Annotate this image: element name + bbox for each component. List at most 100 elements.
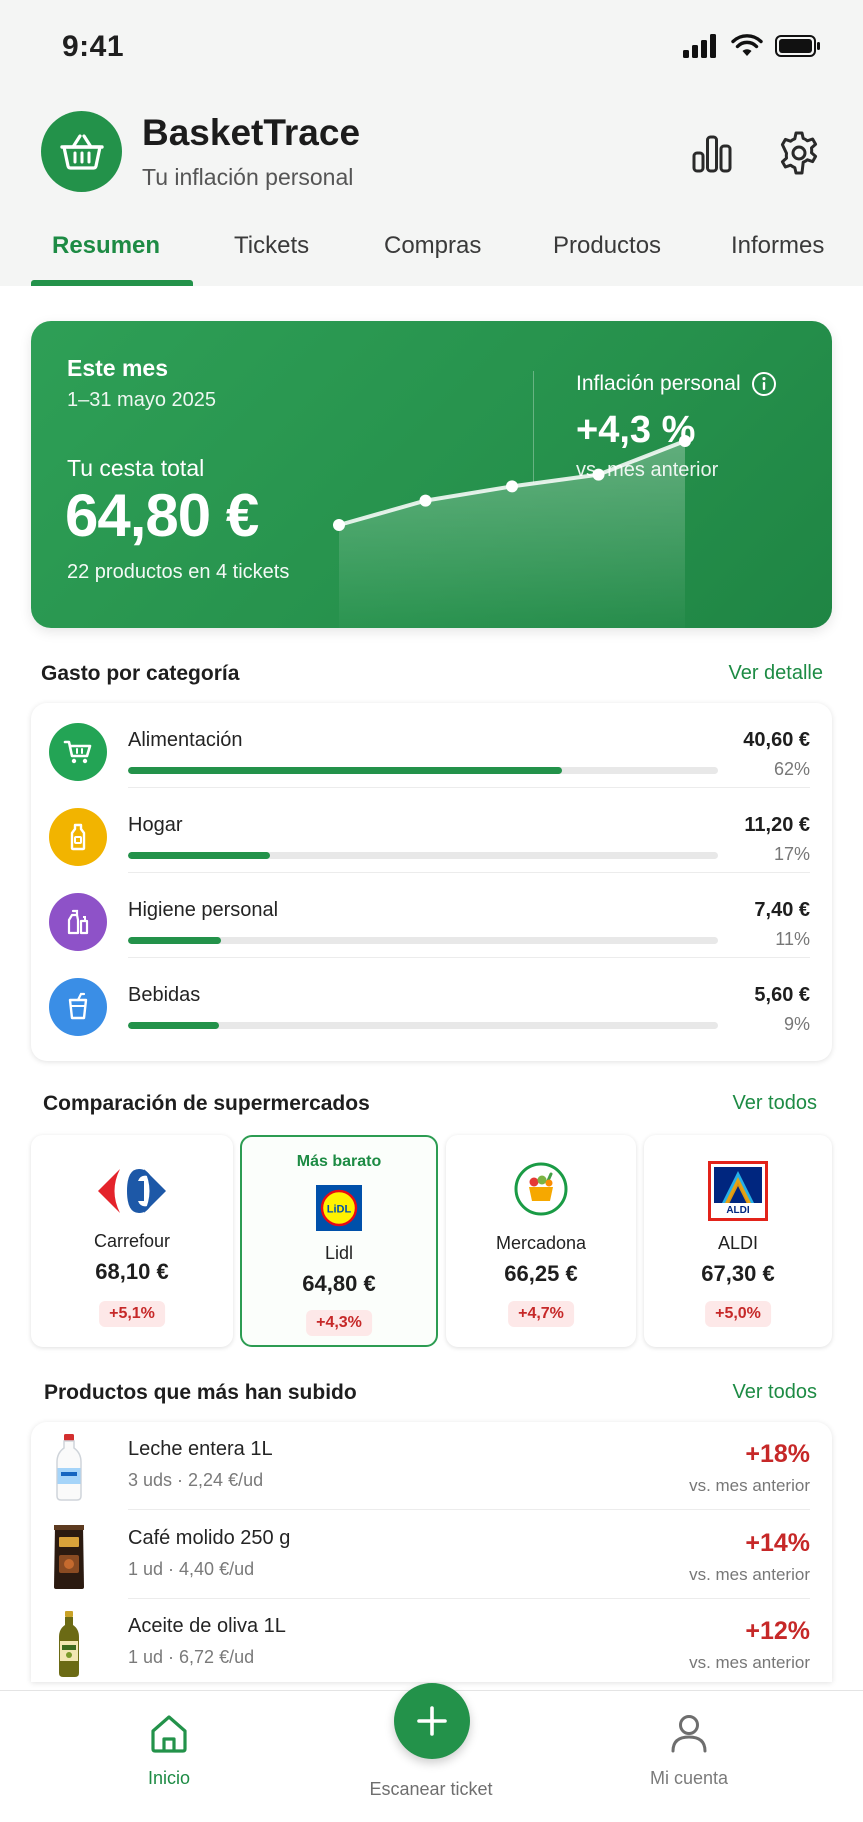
period-range: 1–31 mayo 2025 xyxy=(67,389,217,411)
status-icons xyxy=(683,34,821,58)
inflation-comparison: vs. mes anterior xyxy=(576,459,719,481)
cheapest-label: Más barato xyxy=(296,1153,382,1170)
category-bar-fill xyxy=(128,937,222,944)
stats-button[interactable] xyxy=(685,126,739,180)
hygiene-icon xyxy=(49,893,107,951)
top-area: 9:41 BasketTrace Tu inflación personal R… xyxy=(0,0,863,286)
cart-icon xyxy=(49,723,107,781)
tab-informes[interactable]: Informes xyxy=(731,232,824,260)
wifi-icon xyxy=(731,34,763,56)
category-bar-track xyxy=(128,852,718,859)
store-change-badge: +5,1% xyxy=(99,1301,165,1327)
scan-ticket-label: Escanear ticket xyxy=(369,1779,493,1799)
tab-resumen[interactable]: Resumen xyxy=(52,232,160,260)
category-bar-fill xyxy=(128,852,270,859)
trend-point-0 xyxy=(333,519,345,531)
category-percent: 11% xyxy=(775,929,810,949)
product-row-leche[interactable]: Leche entera 1L 3 uds · 2,24 €/ud +18% v… xyxy=(31,1422,832,1510)
settings-button[interactable] xyxy=(772,126,826,180)
store-card-aldi[interactable]: ALDI ALDI 67,30 € +5,0% xyxy=(644,1135,832,1347)
category-percent: 9% xyxy=(783,1014,810,1034)
aldi-logo: ALDI xyxy=(708,1161,768,1221)
product-change: +14% xyxy=(745,1529,810,1557)
categories-card: Alimentación 40,60 € 62% Hogar 11,20 € 1… xyxy=(31,703,832,1061)
status-time: 9:41 xyxy=(62,30,125,63)
product-change: +18% xyxy=(745,1440,810,1468)
category-bar-track xyxy=(128,1022,718,1029)
category-bar-track xyxy=(128,767,718,774)
store-price: 66,25 € xyxy=(504,1261,578,1286)
cup-icon xyxy=(49,978,107,1036)
product-row-aceite[interactable]: Aceite de oliva 1L 1 ud · 6,72 €/ud +12%… xyxy=(31,1599,832,1682)
stores-see-all-link[interactable]: Ver todos xyxy=(732,1092,817,1115)
inflation-label: Inflación personal xyxy=(576,372,741,395)
inflation-label-row: Inflación personal xyxy=(576,371,777,397)
bottom-navigation: Inicio Escanear ticket Mi cuenta xyxy=(0,1683,863,1822)
tab-compras[interactable]: Compras xyxy=(384,232,481,260)
stores-title: Comparación de supermercados xyxy=(43,1092,370,1115)
category-row-bebidas[interactable]: Bebidas 5,60 € 9% xyxy=(31,958,832,1043)
categories-title: Gasto por categoría xyxy=(41,662,240,685)
category-row-hogar[interactable]: Hogar 11,20 € 17% xyxy=(31,788,832,873)
category-amount: 5,60 € xyxy=(754,984,810,1006)
user-icon xyxy=(671,1715,707,1753)
bar-chart-icon xyxy=(692,135,732,173)
product-row-cafe[interactable]: Café molido 250 g 1 ud · 4,40 €/ud +14% … xyxy=(31,1511,832,1599)
category-percent: 62% xyxy=(773,759,810,779)
carrefour-logo xyxy=(98,1169,166,1213)
product-comparison: vs. mes anterior xyxy=(689,1565,810,1584)
product-name: Leche entera 1L xyxy=(128,1438,273,1460)
nav-account-label: Mi cuenta xyxy=(649,1768,729,1788)
nav-home[interactable]: Inicio xyxy=(89,1711,249,1789)
monthly-summary-card[interactable]: Este mes 1–31 mayo 2025 Tu cesta total 6… xyxy=(31,321,832,628)
product-comparison: vs. mes anterior xyxy=(689,1653,810,1672)
store-name: Mercadona xyxy=(495,1233,587,1253)
plus-icon xyxy=(417,1706,447,1736)
products-see-all-link[interactable]: Ver todos xyxy=(732,1381,817,1404)
nav-account[interactable]: Mi cuenta xyxy=(609,1711,769,1789)
product-comparison: vs. mes anterior xyxy=(689,1476,810,1495)
store-card-carrefour[interactable]: Carrefour 68,10 € +5,1% xyxy=(31,1135,233,1347)
store-price: 64,80 € xyxy=(302,1271,376,1296)
olive-oil-bottle-icon xyxy=(59,1611,79,1677)
categories-detail-link[interactable]: Ver detalle xyxy=(728,662,823,685)
period-label: Este mes xyxy=(67,355,169,381)
scan-ticket-button[interactable] xyxy=(394,1683,470,1759)
product-meta: 1 ud · 4,40 €/ud xyxy=(128,1559,255,1579)
product-meta: 3 uds · 2,24 €/ud xyxy=(128,1470,264,1490)
category-row-alimentacion[interactable]: Alimentación 40,60 € 62% xyxy=(31,703,832,788)
coffee-bag-icon xyxy=(54,1525,84,1589)
info-icon[interactable] xyxy=(751,371,777,397)
category-percent: 17% xyxy=(773,844,810,864)
store-card-mercadona[interactable]: Mercadona 66,25 € +4,7% xyxy=(446,1135,636,1347)
store-card-lidl[interactable]: Más barato LiDL Lidl 64,80 € +4,3% xyxy=(240,1135,438,1347)
trend-point-2 xyxy=(506,480,518,493)
category-name: Hogar xyxy=(128,814,183,836)
store-change-badge: +5,0% xyxy=(705,1301,771,1327)
tab-productos[interactable]: Productos xyxy=(553,232,661,260)
store-name: ALDI xyxy=(717,1233,759,1253)
category-name: Higiene personal xyxy=(128,899,279,921)
basket-total-label: Tu cesta total xyxy=(67,455,205,481)
products-title: Productos que más han subido xyxy=(44,1381,357,1404)
category-bar-fill xyxy=(128,767,562,774)
category-bar-track xyxy=(128,937,718,944)
product-name: Café molido 250 g xyxy=(128,1527,291,1549)
category-amount: 7,40 € xyxy=(754,899,810,921)
tab-tickets[interactable]: Tickets xyxy=(234,232,309,260)
status-bar: 9:41 xyxy=(0,0,863,96)
category-row-higiene[interactable]: Higiene personal 7,40 € 11% xyxy=(31,873,832,958)
nav-home-label: Inicio xyxy=(147,1768,191,1788)
store-name: Lidl xyxy=(324,1243,354,1263)
category-name: Alimentación xyxy=(128,729,243,751)
store-price: 68,10 € xyxy=(95,1259,169,1284)
home-icon xyxy=(151,1715,187,1753)
app-subtitle: Tu inflación personal xyxy=(142,164,354,190)
product-name: Aceite de oliva 1L xyxy=(128,1615,286,1637)
lidl-logo-text: LiDL xyxy=(327,1204,352,1216)
store-change-badge: +4,7% xyxy=(508,1301,574,1327)
app-logo xyxy=(41,111,122,192)
app-title: BasketTrace xyxy=(142,112,361,153)
basket-icon xyxy=(59,133,104,170)
product-ticket-count: 22 productos en 4 tickets xyxy=(67,561,290,583)
